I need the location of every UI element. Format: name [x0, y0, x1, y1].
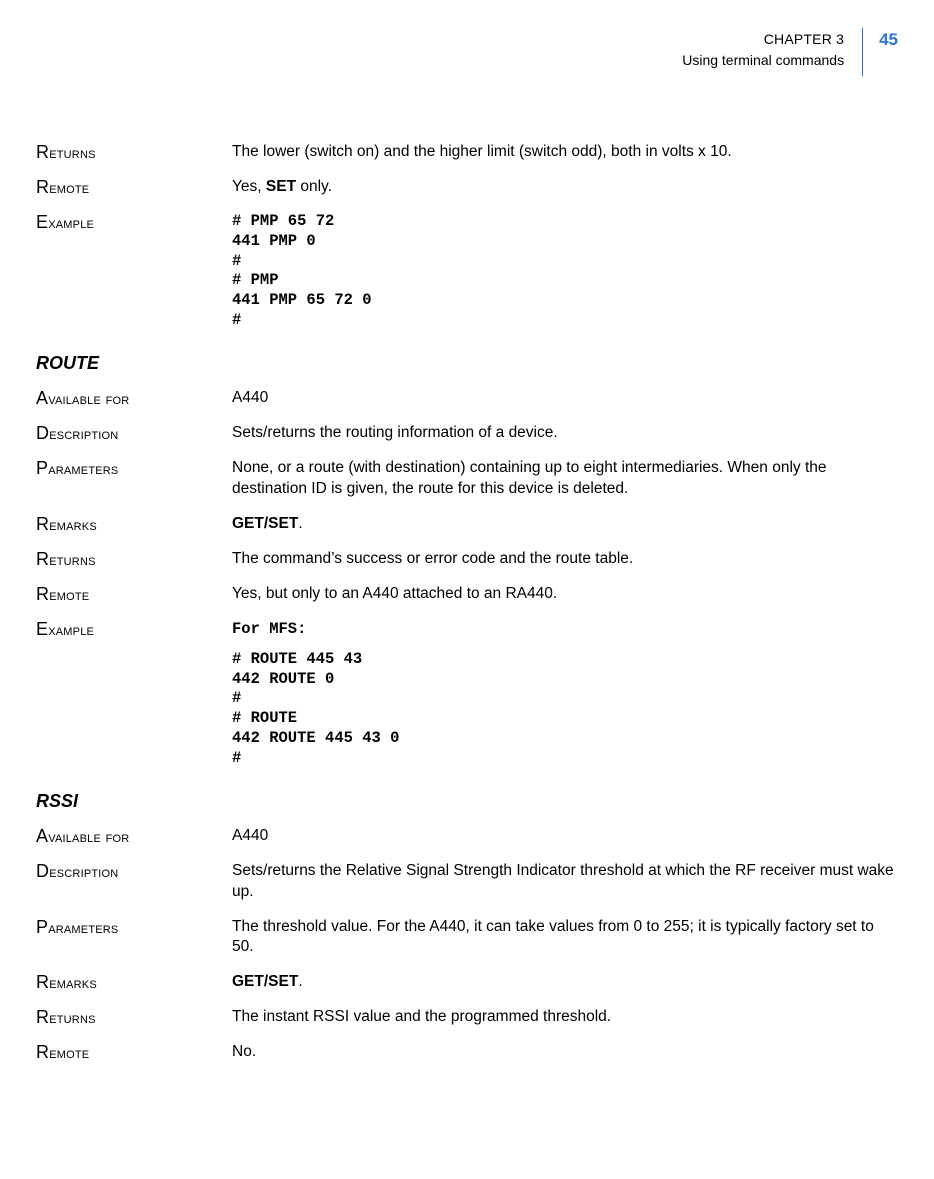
text-post: only.: [296, 178, 332, 195]
field-label: Returns: [36, 142, 232, 163]
text-post: .: [298, 973, 302, 990]
field-label: Available for: [36, 826, 232, 847]
field-label: Returns: [36, 549, 232, 570]
field-label: Returns: [36, 1007, 232, 1028]
example-title: For MFS:: [232, 619, 898, 640]
field-value: GET/SET.: [232, 514, 898, 535]
field-value: No.: [232, 1042, 898, 1063]
field-label: Remarks: [36, 514, 232, 535]
field-row: Parameters The threshold value. For the …: [36, 917, 898, 959]
field-row: Returns The lower (switch on) and the hi…: [36, 142, 898, 163]
section-heading: RSSI: [36, 791, 898, 812]
example-code: # PMP 65 72 441 PMP 0 # # PMP 441 PMP 65…: [232, 212, 898, 331]
chapter-subtitle: Using terminal commands: [682, 52, 844, 68]
field-label: Parameters: [36, 917, 232, 938]
field-row: Available for A440: [36, 826, 898, 847]
section-heading: ROUTE: [36, 353, 898, 374]
field-row: Remote Yes, but only to an A440 attached…: [36, 584, 898, 605]
field-row: Remarks GET/SET.: [36, 972, 898, 993]
text-strong: GET/SET: [232, 515, 298, 532]
field-label: Parameters: [36, 458, 232, 479]
field-label: Remote: [36, 177, 232, 198]
field-value: None, or a route (with destination) cont…: [232, 458, 898, 500]
field-value: The command’s success or error code and …: [232, 549, 898, 570]
field-value: Yes, but only to an A440 attached to an …: [232, 584, 898, 605]
field-value: For MFS: # ROUTE 445 43 442 ROUTE 0 # # …: [232, 619, 898, 769]
field-row: Description Sets/returns the routing inf…: [36, 423, 898, 444]
field-label: Description: [36, 861, 232, 882]
chapter-label: CHAPTER 3: [682, 31, 844, 47]
field-value: A440: [232, 388, 898, 409]
field-row: Returns The command’s success or error c…: [36, 549, 898, 570]
field-row: Example # PMP 65 72 441 PMP 0 # # PMP 44…: [36, 212, 898, 331]
field-row: Example For MFS: # ROUTE 445 43 442 ROUT…: [36, 619, 898, 769]
field-value: Sets/returns the Relative Signal Strengt…: [232, 861, 898, 903]
field-label: Remote: [36, 1042, 232, 1063]
text-pre: Yes,: [232, 178, 266, 195]
field-value: GET/SET.: [232, 972, 898, 993]
header-text: CHAPTER 3 Using terminal commands: [682, 28, 863, 76]
page-number: 45: [863, 28, 898, 76]
field-label: Remote: [36, 584, 232, 605]
page-header: CHAPTER 3 Using terminal commands 45: [36, 28, 898, 76]
field-label: Description: [36, 423, 232, 444]
field-label: Example: [36, 619, 232, 640]
field-value: Sets/returns the routing information of …: [232, 423, 898, 444]
field-value: A440: [232, 826, 898, 847]
field-value: The lower (switch on) and the higher lim…: [232, 142, 898, 163]
field-row: Parameters None, or a route (with destin…: [36, 458, 898, 500]
field-label: Remarks: [36, 972, 232, 993]
text-strong: GET/SET: [232, 973, 298, 990]
field-value: Yes, SET only.: [232, 177, 898, 198]
field-label: Example: [36, 212, 232, 233]
field-value: The threshold value. For the A440, it ca…: [232, 917, 898, 959]
field-row: Remote No.: [36, 1042, 898, 1063]
text-post: .: [298, 515, 302, 532]
text-strong: SET: [266, 178, 296, 195]
field-row: Remote Yes, SET only.: [36, 177, 898, 198]
field-row: Available for A440: [36, 388, 898, 409]
page-content: Returns The lower (switch on) and the hi…: [36, 142, 898, 1063]
field-value: The instant RSSI value and the programme…: [232, 1007, 898, 1028]
field-label: Available for: [36, 388, 232, 409]
field-row: Returns The instant RSSI value and the p…: [36, 1007, 898, 1028]
field-row: Description Sets/returns the Relative Si…: [36, 861, 898, 903]
field-row: Remarks GET/SET.: [36, 514, 898, 535]
example-code: # ROUTE 445 43 442 ROUTE 0 # # ROUTE 442…: [232, 650, 898, 769]
